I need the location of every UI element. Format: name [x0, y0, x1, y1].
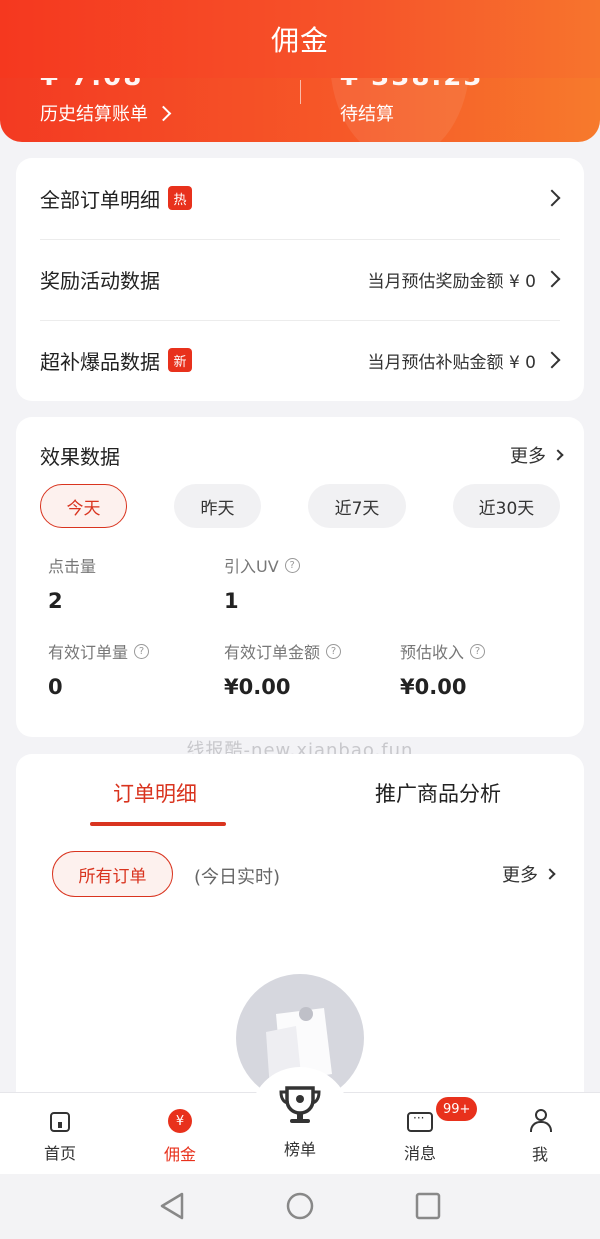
more-label: 更多: [510, 446, 546, 467]
title-bar: 佣金: [0, 0, 600, 78]
stat-label: 有效订单金额: [224, 643, 321, 662]
header-divider: [300, 80, 301, 104]
period-yesterday[interactable]: 昨天: [174, 484, 261, 528]
stat-valid-orders: 有效订单量? 0: [48, 639, 150, 699]
tab-label: 首页: [43, 1144, 76, 1163]
tab-label: 我: [531, 1145, 548, 1164]
realtime-note: (今日实时): [194, 867, 281, 888]
chevron-right-icon: [543, 351, 561, 369]
chevron-right-icon: [155, 105, 172, 121]
new-badge: 新: [168, 348, 192, 372]
stat-label: 预估收入: [400, 643, 465, 662]
help-icon[interactable]: ?: [326, 643, 342, 659]
stat-value: 0: [48, 675, 63, 699]
menu-item-label: 超补爆品数据: [40, 349, 160, 374]
stat-label: 引入UV: [224, 557, 279, 576]
trophy-icon: [279, 1086, 321, 1123]
tab-label: 佣金: [163, 1145, 196, 1164]
pending-settlement[interactable]: 待结算: [340, 100, 394, 126]
help-icon[interactable]: ?: [284, 557, 300, 573]
stat-estimated-income: 预估收入? ¥0.00: [400, 639, 486, 699]
stat-value: ¥0.00: [400, 675, 467, 699]
orders-card: 订单明细 推广商品分析 所有订单 (今日实时) 更多: [16, 754, 584, 1114]
help-icon[interactable]: ?: [470, 643, 486, 659]
pending-settlement-label: 待结算: [340, 104, 394, 125]
tab-commission[interactable]: ¥ 佣金: [120, 1093, 240, 1175]
home-circle-icon[interactable]: [285, 1191, 315, 1221]
filter-all-orders[interactable]: 所有订单: [52, 851, 173, 897]
bottom-tab-bar: 首页 ¥ 佣金 榜单 消息 我: [0, 1067, 600, 1175]
tab-label: 消息: [403, 1144, 436, 1163]
active-tab-indicator: [90, 822, 226, 826]
orders-more-link[interactable]: 更多: [502, 861, 556, 887]
header: ¥ 7.08 ¥ 338.23 佣金 历史结算账单 待结算: [0, 0, 600, 142]
home-icon: [50, 1112, 70, 1132]
stat-label: 有效订单量: [48, 643, 129, 662]
chevron-right-icon: [544, 868, 556, 880]
stat-valid-order-amount: 有效订单金额? ¥0.00: [224, 639, 342, 699]
tab-ranking[interactable]: 榜单: [240, 1086, 360, 1175]
menu-item-label: 全部订单明细: [40, 187, 160, 212]
subsidy-estimate-text: 当月预估补贴金额 ¥ 0: [367, 352, 536, 373]
back-icon[interactable]: [158, 1191, 186, 1221]
tab-home[interactable]: 首页: [0, 1093, 120, 1175]
menu-item-reward-activity[interactable]: 奖励活动数据 当月预估奖励金额 ¥ 0: [40, 239, 564, 319]
history-bill-label: 历史结算账单: [40, 104, 148, 125]
stat-value: 2: [48, 589, 63, 613]
effect-data-title: 效果数据: [40, 445, 120, 469]
system-navigation-bar: [0, 1174, 600, 1239]
stat-label: 点击量: [48, 557, 97, 576]
period-30days[interactable]: 近30天: [453, 484, 560, 528]
tab-label: 榜单: [283, 1140, 316, 1159]
tab-order-details[interactable]: 订单明细: [113, 778, 197, 808]
person-icon: [529, 1109, 552, 1133]
tab-me[interactable]: 我: [480, 1093, 600, 1175]
stat-value: ¥0.00: [224, 675, 291, 699]
chevron-right-icon: [543, 270, 561, 288]
hot-badge: 热: [168, 186, 192, 210]
menu-item-label: 奖励活动数据: [40, 268, 160, 293]
stat-uv: 引入UV? 1: [224, 553, 300, 613]
message-count-badge: 99+: [436, 1097, 478, 1121]
effect-more-link[interactable]: 更多: [510, 442, 564, 468]
effect-data-card: 效果数据 更多 今天 昨天 近7天 近30天 点击量 2 引入UV? 1 有效订…: [16, 417, 584, 737]
menu-item-all-orders[interactable]: 全部订单明细 热: [40, 158, 564, 238]
menu-card: 全部订单明细 热 奖励活动数据 当月预估奖励金额 ¥ 0 超补爆品数据 新 当月…: [16, 158, 584, 401]
menu-item-subsidy-products[interactable]: 超补爆品数据 新 当月预估补贴金额 ¥ 0: [40, 320, 564, 400]
stat-value: 1: [224, 589, 239, 613]
page-title: 佣金: [270, 24, 329, 57]
help-icon[interactable]: ?: [134, 643, 150, 659]
period-today[interactable]: 今天: [40, 484, 127, 528]
period-7days[interactable]: 近7天: [308, 484, 406, 528]
message-icon: [407, 1111, 433, 1132]
yen-icon: ¥: [168, 1109, 192, 1133]
tab-product-analysis[interactable]: 推广商品分析: [375, 778, 501, 808]
recent-apps-icon[interactable]: [414, 1191, 442, 1221]
more-label: 更多: [502, 865, 538, 886]
chevron-right-icon: [543, 189, 561, 207]
stat-clicks: 点击量 2: [48, 553, 96, 613]
reward-estimate-text: 当月预估奖励金额 ¥ 0: [367, 271, 536, 292]
history-bill-link[interactable]: 历史结算账单: [40, 100, 172, 126]
chevron-right-icon: [552, 449, 564, 461]
